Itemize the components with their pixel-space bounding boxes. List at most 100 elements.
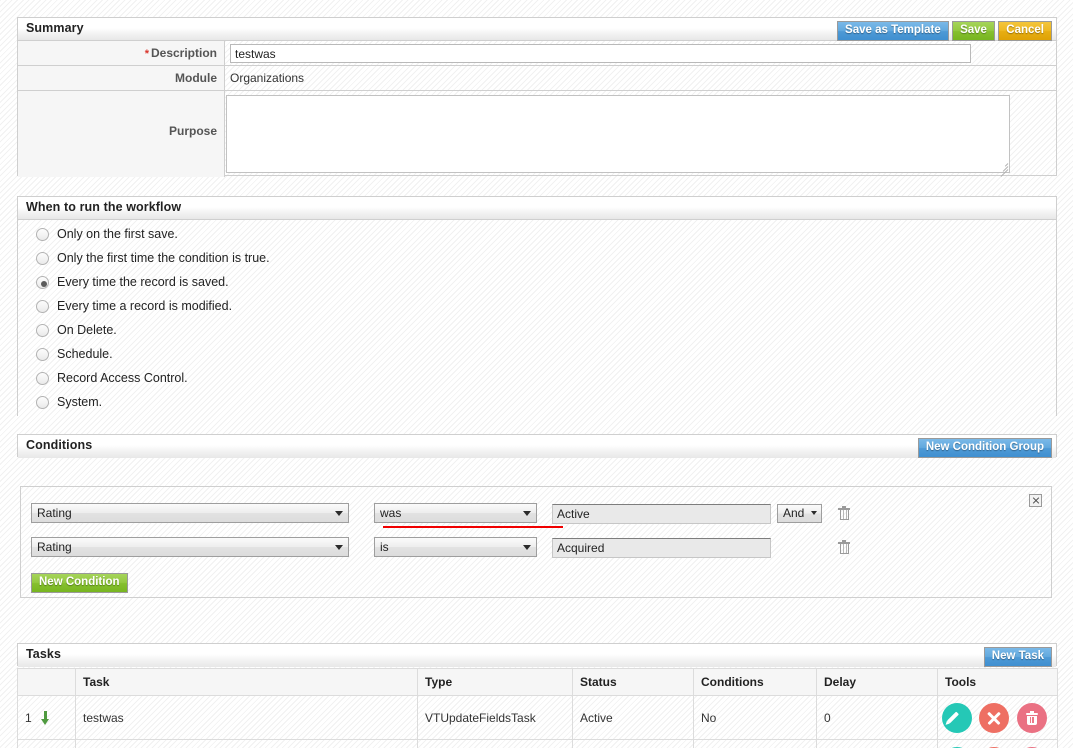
operator-error-underline-0 [383, 526, 563, 528]
trigger-option-label-1: Only the first time the condition is tru… [57, 251, 270, 265]
condition-operator-value-0: was [380, 506, 402, 520]
trigger-option-5[interactable]: Schedule. [0, 344, 640, 368]
condition-operator-value-1: is [380, 540, 389, 554]
task-status-cell-1 [572, 739, 694, 748]
tasks-panel-header: Tasks New Task [17, 643, 1057, 667]
trigger-option-3[interactable]: Every time a record is modified. [0, 296, 640, 320]
when-to-run-title: When to run the workflow [26, 200, 182, 214]
tasks-header: Tasks New Task [18, 644, 1056, 667]
purpose-value-cell [225, 91, 1056, 177]
cancel-button[interactable]: Cancel [998, 21, 1052, 41]
condition-group: Rating was And Rating i [20, 486, 1052, 598]
new-condition-button[interactable]: New Condition [31, 573, 128, 593]
chevron-down-icon [335, 545, 343, 550]
new-task-button[interactable]: New Task [983, 647, 1052, 667]
task-name-cell-0: testwas [75, 695, 418, 740]
condition-operator-select-1[interactable]: is [374, 537, 537, 557]
task-conditions-cell-1 [693, 739, 817, 748]
task-order-cell-1 [17, 739, 76, 748]
task-name-cell-1 [75, 739, 418, 748]
conditions-title: Conditions [26, 438, 93, 452]
required-marker: * [144, 48, 149, 60]
module-value: Organizations [230, 71, 305, 85]
task-delay-cell-0: 0 [816, 695, 938, 740]
radio-icon-0[interactable] [36, 228, 49, 241]
condition-join-select-0[interactable]: And [777, 504, 822, 523]
deactivate-icon[interactable] [979, 702, 1010, 733]
chevron-down-icon [811, 511, 817, 515]
task-type-cell-0: VTUpdateFieldsTask [417, 695, 573, 740]
task-tools-cell-0 [937, 695, 1058, 740]
task-type-cell-1 [417, 739, 573, 748]
condition-join-value-0: And [783, 506, 805, 520]
when-to-run-header: When to run the workflow [18, 197, 1056, 220]
task-tools-cell-1 [937, 739, 1058, 748]
trigger-option-6[interactable]: Record Access Control. [0, 368, 640, 392]
purpose-row: Purpose [18, 91, 1056, 177]
radio-icon-2[interactable] [36, 276, 49, 289]
trigger-option-label-5: Schedule. [57, 347, 113, 361]
radio-icon-6[interactable] [36, 372, 49, 385]
trigger-option-4[interactable]: On Delete. [0, 320, 640, 344]
trigger-option-label-7: System. [57, 395, 103, 409]
radio-icon-7[interactable] [36, 396, 49, 409]
trigger-option-7[interactable]: System. [0, 392, 640, 416]
column-header-delay: Delay [816, 668, 938, 696]
task-order-cell-0: 1 [17, 695, 76, 740]
chevron-down-icon [523, 511, 531, 516]
summary-panel: Summary Save as Template Save Cancel * De… [17, 17, 1057, 177]
condition-operator-select-0[interactable]: was [374, 503, 537, 523]
tasks-table-header-row: Task Type Status Conditions Delay Tools [17, 668, 1058, 696]
delete-condition-icon-0[interactable] [838, 506, 850, 520]
task-conditions-cell-0: No [693, 695, 817, 740]
edit-icon[interactable] [942, 702, 972, 733]
delete-condition-icon-1[interactable] [838, 540, 850, 554]
radio-icon-5[interactable] [36, 348, 49, 361]
module-value-cell: Organizations [225, 66, 1056, 91]
chevron-down-icon [523, 545, 531, 550]
condition-field-select-1[interactable]: Rating [31, 537, 349, 557]
condition-field-select-0[interactable]: Rating [31, 503, 349, 523]
condition-row-0: Rating was And [21, 503, 1051, 531]
module-label-cell: Module [18, 66, 225, 91]
trigger-option-1[interactable]: Only the first time the condition is tru… [0, 248, 640, 272]
table-row: 1 testwas VTUpdateFieldsTask Active No 0 [17, 695, 1058, 740]
description-value-cell [225, 41, 1056, 66]
condition-field-value-0: Rating [37, 506, 72, 520]
purpose-textarea[interactable] [226, 95, 1010, 173]
trigger-option-label-4: On Delete. [57, 323, 117, 337]
radio-icon-4[interactable] [36, 324, 49, 337]
trigger-option-label-2: Every time the record is saved. [57, 275, 229, 289]
conditions-header: Conditions New Condition Group [18, 435, 1056, 458]
trigger-option-2[interactable]: Every time the record is saved. [0, 272, 640, 296]
purpose-textarea-wrap [226, 95, 1010, 177]
condition-value-input-1[interactable] [552, 538, 771, 558]
summary-header: Summary Save as Template Save Cancel [18, 18, 1056, 41]
task-order-value-0: 1 [25, 710, 32, 725]
save-button[interactable]: Save [952, 21, 995, 41]
trigger-option-0[interactable]: Only on the first save. [0, 224, 640, 248]
tasks-title: Tasks [26, 647, 62, 661]
radio-icon-1[interactable] [36, 252, 49, 265]
module-label: Module [175, 71, 217, 85]
trigger-options-list: Only on the first save. Only the first t… [0, 224, 640, 416]
column-header-task: Task [75, 668, 418, 696]
purpose-label: Purpose [168, 124, 217, 138]
radio-icon-3[interactable] [36, 300, 49, 313]
column-header-status: Status [572, 668, 694, 696]
save-as-template-button[interactable]: Save as Template [837, 21, 949, 41]
arrow-down-icon[interactable] [41, 710, 50, 725]
conditions-actions: New Condition Group [917, 438, 1052, 458]
description-row: * Description [18, 41, 1056, 66]
description-label: Description [150, 46, 217, 60]
tasks-table: Task Type Status Conditions Delay Tools … [17, 668, 1058, 748]
description-input[interactable] [230, 44, 971, 63]
tasks-actions: New Task [983, 647, 1052, 667]
module-row: Module Organizations [18, 66, 1056, 91]
description-label-cell: * Description [18, 41, 225, 66]
new-condition-group-button[interactable]: New Condition Group [917, 438, 1052, 458]
column-header-order [17, 668, 76, 696]
column-header-tools: Tools [937, 668, 1058, 696]
condition-value-input-0[interactable] [552, 504, 771, 524]
delete-icon[interactable] [1016, 702, 1047, 733]
